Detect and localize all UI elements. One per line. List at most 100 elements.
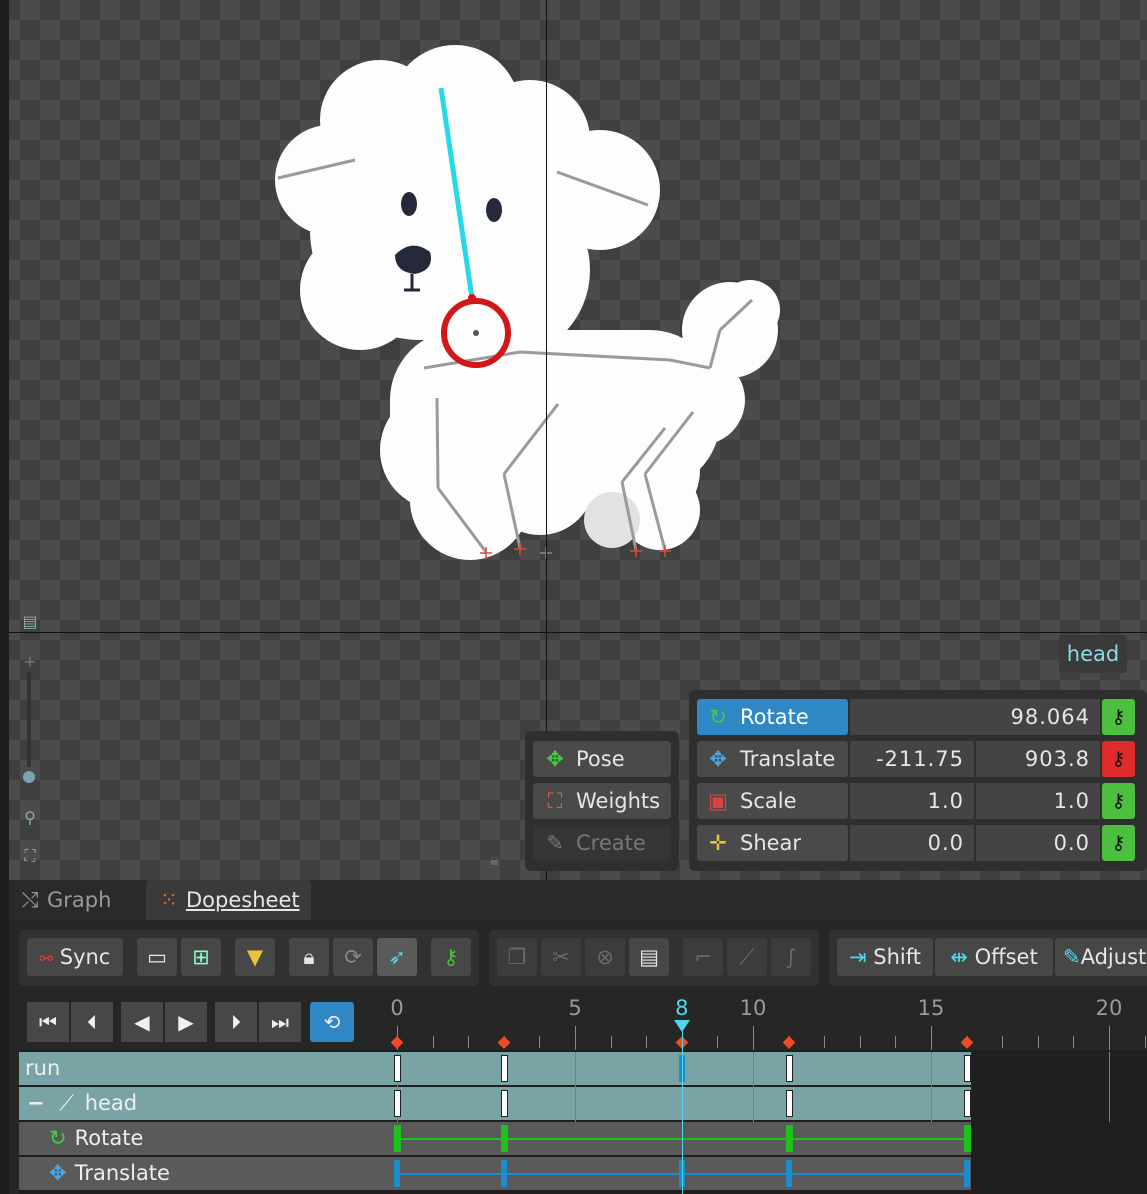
delete-button[interactable]: ⊗ (585, 938, 625, 976)
lock-track-button[interactable]: 🔒︎ (289, 938, 329, 976)
loop-playback-button[interactable]: ⟲ (310, 1002, 354, 1042)
offset-icon: ⇹ (950, 945, 968, 969)
ruler-tick (610, 1036, 612, 1048)
first-frame-button[interactable]: ⏮ (27, 1002, 69, 1042)
loop-button[interactable]: ⟳ (333, 938, 373, 976)
tab-dopesheet[interactable]: ⁙ Dopesheet (146, 880, 311, 920)
shear-mode-button[interactable]: ✛ Shear (697, 825, 848, 861)
stepped-curve-button[interactable]: ⌐ (683, 938, 723, 976)
ruler-tick (788, 1036, 790, 1048)
ruler-tick (1037, 1036, 1039, 1048)
auto-key-button[interactable]: ➶ (377, 938, 417, 976)
expand-icon: ⊞ (192, 945, 210, 969)
fit-screen-icon[interactable]: ⛶ (18, 846, 42, 868)
shear-key-button[interactable]: ⚷ (1102, 825, 1135, 861)
pose-button[interactable]: ✥ Pose (533, 741, 671, 777)
ruler-icon[interactable]: ▤ (18, 612, 42, 634)
scale-y-value[interactable]: 1.0 (976, 783, 1100, 819)
sync-button[interactable]: ⚯ Sync (27, 938, 123, 976)
translate-x-value[interactable]: -211.75 (850, 741, 974, 777)
playback-controls: ⏮ ⏴ ◀ ▶ ⏵ ⏭ ⟲ (19, 994, 385, 1050)
shift-button[interactable]: ⇥ Shift (837, 938, 933, 976)
copy-icon: ❐ (507, 945, 527, 969)
adjust-button[interactable]: ✎Adjust (1055, 938, 1147, 976)
step-back-icon: ⏴ (87, 1010, 97, 1034)
play-reverse-button[interactable]: ◀ (121, 1002, 163, 1042)
next-key-button[interactable]: ⏵ (215, 1002, 257, 1042)
track-run-label: run (25, 1056, 61, 1080)
dopesheet-toolbar: ⚯ Sync ▭ ⊞ ▼ 🔒︎ ⟳ ➶ ⚷ ❐ ✂ ⊗ ▤ ⌐ ⟋ ∫ ⇥ Sh… (9, 920, 1147, 994)
tab-graph[interactable]: ⤭ Graph (19, 880, 149, 920)
track-translate[interactable]: ✥ Translate (19, 1157, 1147, 1190)
translate-y-value[interactable]: 903.8 (976, 741, 1100, 777)
shear-row: ✛ Shear 0.0 0.0 ⚷ (697, 825, 1137, 861)
adjust-label: Adjust (1080, 945, 1147, 969)
cut-button[interactable]: ✂ (541, 938, 581, 976)
scale-x-value[interactable]: 1.0 (850, 783, 974, 819)
translate-key-button[interactable]: ⚷ (1102, 741, 1135, 777)
copy-button[interactable]: ❐ (497, 938, 537, 976)
ruler-tick (824, 1036, 826, 1048)
translate-mode-button[interactable]: ✥ Translate (697, 741, 848, 777)
weights-label: Weights (576, 789, 661, 813)
lock-icon[interactable]: 🔒︎ (490, 850, 508, 869)
scale-row: ▣ Scale 1.0 1.0 ⚷ (697, 783, 1137, 819)
weights-button[interactable]: ⛶ Weights (533, 783, 671, 819)
track-translate-label-wrap: ✥ Translate (19, 1157, 426, 1190)
ruler-tick (966, 1036, 968, 1048)
rotate-key-button[interactable]: ⚷ (1102, 699, 1135, 735)
translate-icon: ✥ (709, 747, 727, 771)
zoom-in-icon[interactable]: + (18, 652, 42, 674)
clipboard-icon: ▤ (639, 945, 659, 969)
ruler-tick (468, 1036, 470, 1048)
track-run[interactable]: run (19, 1052, 1147, 1085)
offset-button[interactable]: ⇹ Offset (935, 938, 1053, 976)
track-head-label: head (84, 1091, 138, 1115)
magnifier-icon[interactable]: ⚲ (18, 808, 42, 830)
linear-curve-button[interactable]: ⟋ (727, 938, 767, 976)
weights-icon: ⛶ (547, 789, 563, 813)
ruler-tick (1002, 1036, 1004, 1048)
filter-button[interactable]: ▼ (235, 938, 275, 976)
filter-icon: ▼ (246, 945, 264, 969)
zoom-slider[interactable] (27, 672, 31, 767)
collapse-button[interactable]: ▭ (137, 938, 177, 976)
ruler-label: 20 (1095, 996, 1123, 1020)
create-label: Create (576, 831, 646, 855)
collapse-toggle-icon[interactable]: − (27, 1091, 45, 1115)
key-button[interactable]: ⚷ (431, 938, 471, 976)
play-button[interactable]: ▶ (165, 1002, 207, 1042)
delete-icon: ⊗ (596, 945, 614, 969)
zoom-handle[interactable] (23, 771, 35, 783)
expand-button[interactable]: ⊞ (181, 938, 221, 976)
track-rotate-label: Rotate (74, 1126, 144, 1150)
prev-key-button[interactable]: ⏴ (71, 1002, 113, 1042)
shift-label: Shift (873, 945, 922, 969)
rotate-mode-button[interactable]: ↻ Rotate (697, 699, 848, 735)
track-head[interactable]: − ⟋ head (19, 1087, 1147, 1120)
shear-x-value[interactable]: 0.0 (850, 825, 974, 861)
ruler-tick (1073, 1036, 1075, 1048)
bezier-curve-button[interactable]: ∫ (771, 938, 811, 976)
toolbar-group-adjust: ⇥ Shift ⇹ Offset ✎Adjust (829, 930, 1147, 986)
skip-start-icon: ⏮ (39, 1010, 57, 1034)
ruler-tick (575, 1026, 576, 1050)
ruler-tick (503, 1036, 505, 1048)
canvas-viewport[interactable]: ▤ + ⚲ ⛶ 🔒︎ head ✥ Pose ⛶ Weights ✎ Creat… (0, 0, 1147, 880)
step-forward-icon: ⏵ (231, 1010, 241, 1034)
ruler-tick (1144, 1036, 1146, 1048)
shear-y-value[interactable]: 0.0 (976, 825, 1100, 861)
last-frame-button[interactable]: ⏭ (259, 1002, 301, 1042)
key-icon: ⚷ (443, 945, 459, 969)
selected-bone-tag: head (1059, 635, 1127, 673)
paste-button[interactable]: ▤ (629, 938, 669, 976)
rotate-value[interactable]: 98.064 (850, 699, 1100, 735)
create-button[interactable]: ✎ Create (533, 825, 671, 861)
track-rotate[interactable]: ↻ Rotate (19, 1122, 1147, 1155)
ruler-tick (717, 1036, 719, 1048)
scale-key-button[interactable]: ⚷ (1102, 783, 1135, 819)
timeline-ruler[interactable]: 0 5 8 10 15 20 (385, 994, 1147, 1050)
track-rotate-label-wrap: ↻ Rotate (19, 1122, 426, 1155)
scale-mode-button[interactable]: ▣ Scale (697, 783, 848, 819)
track-translate-label: Translate (74, 1161, 170, 1185)
